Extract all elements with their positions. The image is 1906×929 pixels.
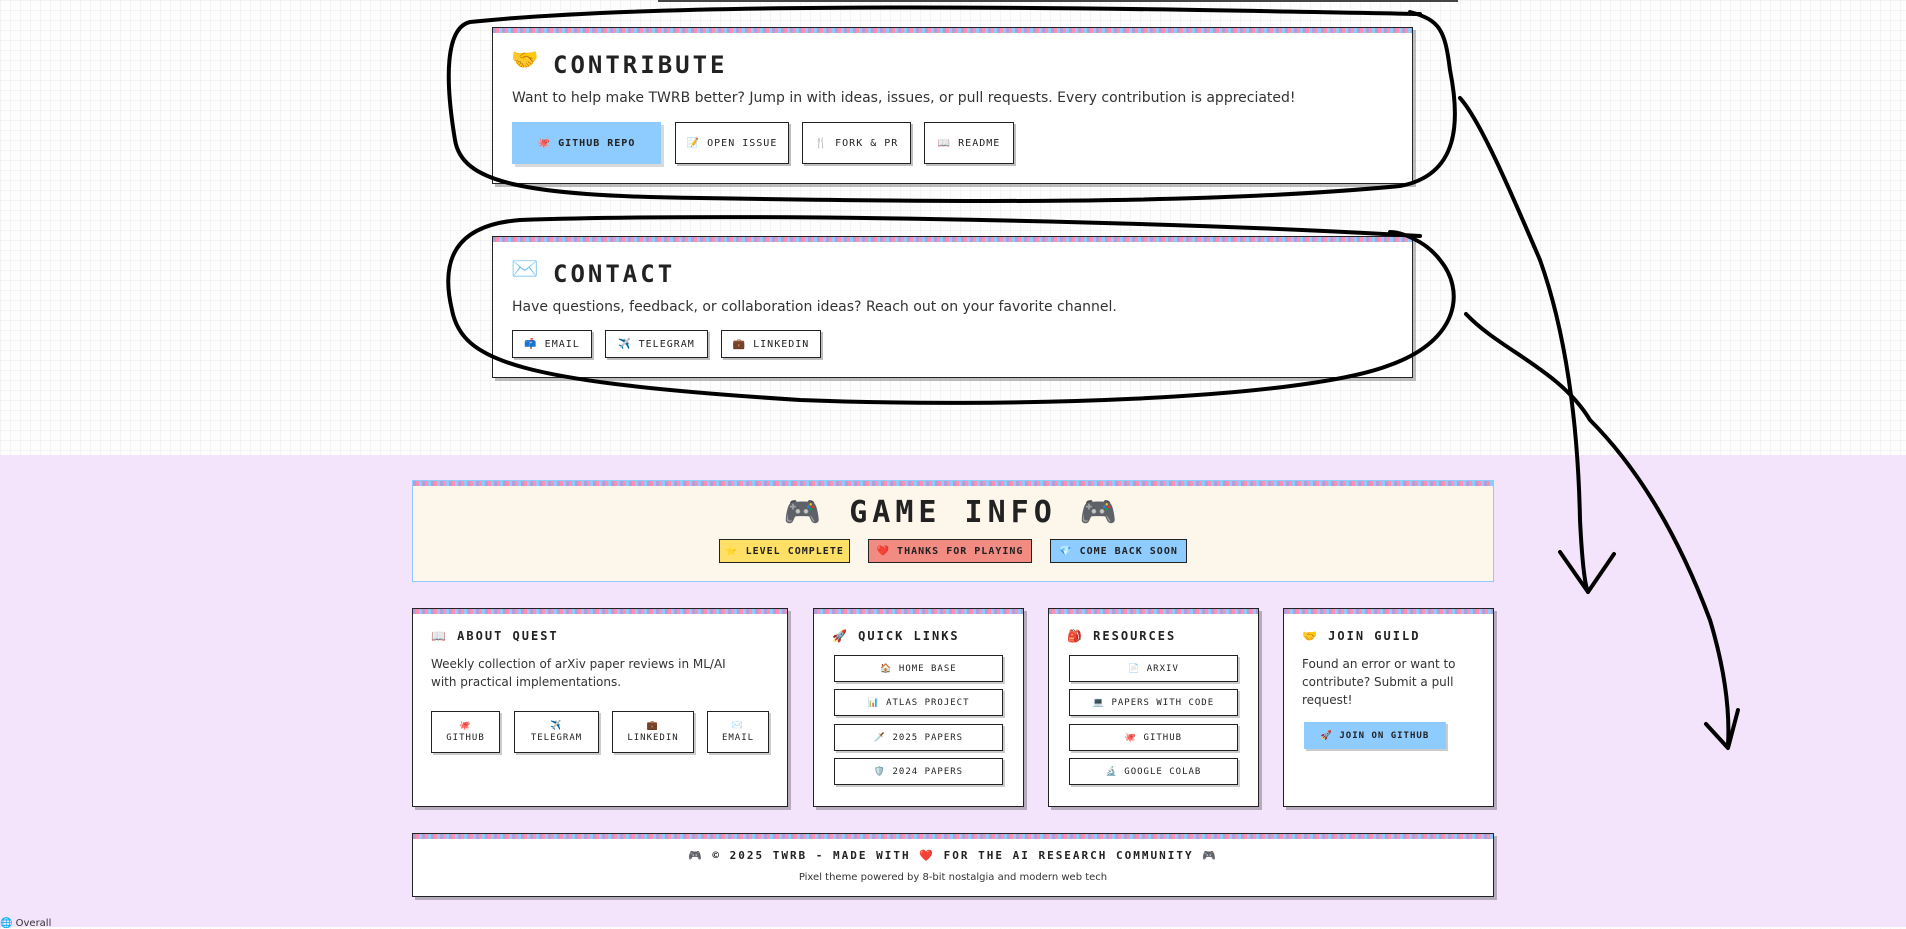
about-github-button[interactable]: 🐙 GITHUB <box>431 711 500 753</box>
contact-card: ✉️ CONTACT Have questions, feedback, or … <box>492 236 1413 378</box>
come-back-badge: 💎 COME BACK SOON <box>1050 539 1187 563</box>
about-email-label: EMAIL <box>721 733 755 743</box>
quick-links-title: 🚀 QUICK LINKS <box>832 629 960 643</box>
join-guild-card: 🤝 JOIN GUILD Found an error or want to c… <box>1283 608 1494 807</box>
github-repo-button[interactable]: 🐙 GITHUB REPO <box>512 122 661 164</box>
contact-description: Have questions, feedback, or collaborati… <box>512 299 1117 315</box>
papers-2025-link[interactable]: 🗡️ 2025 PAPERS <box>834 724 1003 751</box>
handshake-icon: 🤝 <box>511 48 539 73</box>
quick-links-card: 🚀 QUICK LINKS 🏠 HOME BASE 📊 ATLAS PROJEC… <box>813 608 1024 807</box>
status-bar: 🌐 Overall <box>0 918 52 929</box>
linkedin-button[interactable]: 💼 LINKEDIN <box>721 330 821 358</box>
briefcase-icon: 💼 <box>646 721 660 731</box>
contribute-card: 🤝 CONTRIBUTE Want to help make TWRB bett… <box>492 27 1413 184</box>
about-quest-title: 📖 ABOUT QUEST <box>431 629 559 643</box>
readme-button[interactable]: 📖 README <box>924 122 1014 164</box>
about-linkedin-label: LINKEDIN <box>627 733 679 743</box>
about-telegram-label: TELEGRAM <box>530 733 583 743</box>
card-stripe <box>413 609 787 614</box>
contribute-title: CONTRIBUTE <box>553 51 728 79</box>
join-on-github-button[interactable]: 🚀 JOIN ON GITHUB <box>1304 722 1446 749</box>
telegram-button[interactable]: ✈️ TELEGRAM <box>605 330 708 358</box>
card-stripe <box>413 834 1493 839</box>
envelope-icon: ✉️ <box>731 721 745 731</box>
email-button[interactable]: 📫 EMAIL <box>512 330 592 358</box>
copyright-card: 🎮 © 2025 TWRB - MADE WITH ❤️ FOR THE AI … <box>412 833 1494 897</box>
contribute-description: Want to help make TWRB better? Jump in w… <box>512 90 1296 106</box>
game-info-title: 🎮 GAME INFO 🎮 <box>783 495 1123 530</box>
paper-plane-icon: ✈️ <box>550 721 563 731</box>
about-email-button[interactable]: ✉️ EMAIL <box>707 711 769 753</box>
about-linkedin-button[interactable]: 💼 LINKEDIN <box>612 711 694 753</box>
octopus-icon: 🐙 <box>459 721 472 731</box>
about-telegram-button[interactable]: ✈️ TELEGRAM <box>514 711 599 753</box>
atlas-project-link[interactable]: 📊 ATLAS PROJECT <box>834 689 1003 716</box>
thanks-badge: ❤️ THANKS FOR PLAYING <box>868 539 1032 563</box>
card-stripe <box>1284 609 1493 614</box>
resources-title: 🎒 RESOURCES <box>1067 629 1177 643</box>
previous-card-border <box>658 0 1458 2</box>
github-link[interactable]: 🐙 GITHUB <box>1069 724 1238 751</box>
card-stripe <box>814 609 1023 614</box>
join-guild-title: 🤝 JOIN GUILD <box>1302 629 1421 643</box>
fork-pr-button[interactable]: 🍴 FORK & PR <box>802 122 911 164</box>
join-guild-description: Found an error or want to contribute? Su… <box>1302 657 1456 707</box>
resources-card: 🎒 RESOURCES 📄 ARXIV 💻 PAPERS WITH CODE 🐙… <box>1048 608 1259 807</box>
home-base-link[interactable]: 🏠 HOME BASE <box>834 655 1003 682</box>
open-issue-button[interactable]: 📝 OPEN ISSUE <box>675 122 789 164</box>
papers-2024-link[interactable]: 🛡️ 2024 PAPERS <box>834 758 1003 785</box>
google-colab-link[interactable]: 🔬 GOOGLE COLAB <box>1069 758 1238 785</box>
about-quest-card: 📖 ABOUT QUEST Weekly collection of arXiv… <box>412 608 788 807</box>
contact-title: CONTACT <box>553 260 676 288</box>
panel-stripe <box>413 481 1493 486</box>
footer-tagline: Pixel theme powered by 8-bit nostalgia a… <box>798 872 1108 883</box>
card-stripe <box>493 237 1412 242</box>
papers-with-code-link[interactable]: 💻 PAPERS WITH CODE <box>1069 689 1238 716</box>
about-quest-description: Weekly collection of arXiv paper reviews… <box>431 657 726 689</box>
copyright-text: 🎮 © 2025 TWRB - MADE WITH ❤️ FOR THE AI … <box>688 849 1218 862</box>
level-complete-badge: ⭐ LEVEL COMPLETE <box>719 539 850 563</box>
arxiv-link[interactable]: 📄 ARXIV <box>1069 655 1238 682</box>
game-info-panel: 🎮 GAME INFO 🎮 ⭐ LEVEL COMPLETE ❤️ THANKS… <box>412 480 1494 582</box>
card-stripe <box>1049 609 1258 614</box>
about-github-label: GITHUB <box>446 733 485 743</box>
card-stripe <box>493 28 1412 33</box>
envelope-icon: ✉️ <box>511 257 539 282</box>
